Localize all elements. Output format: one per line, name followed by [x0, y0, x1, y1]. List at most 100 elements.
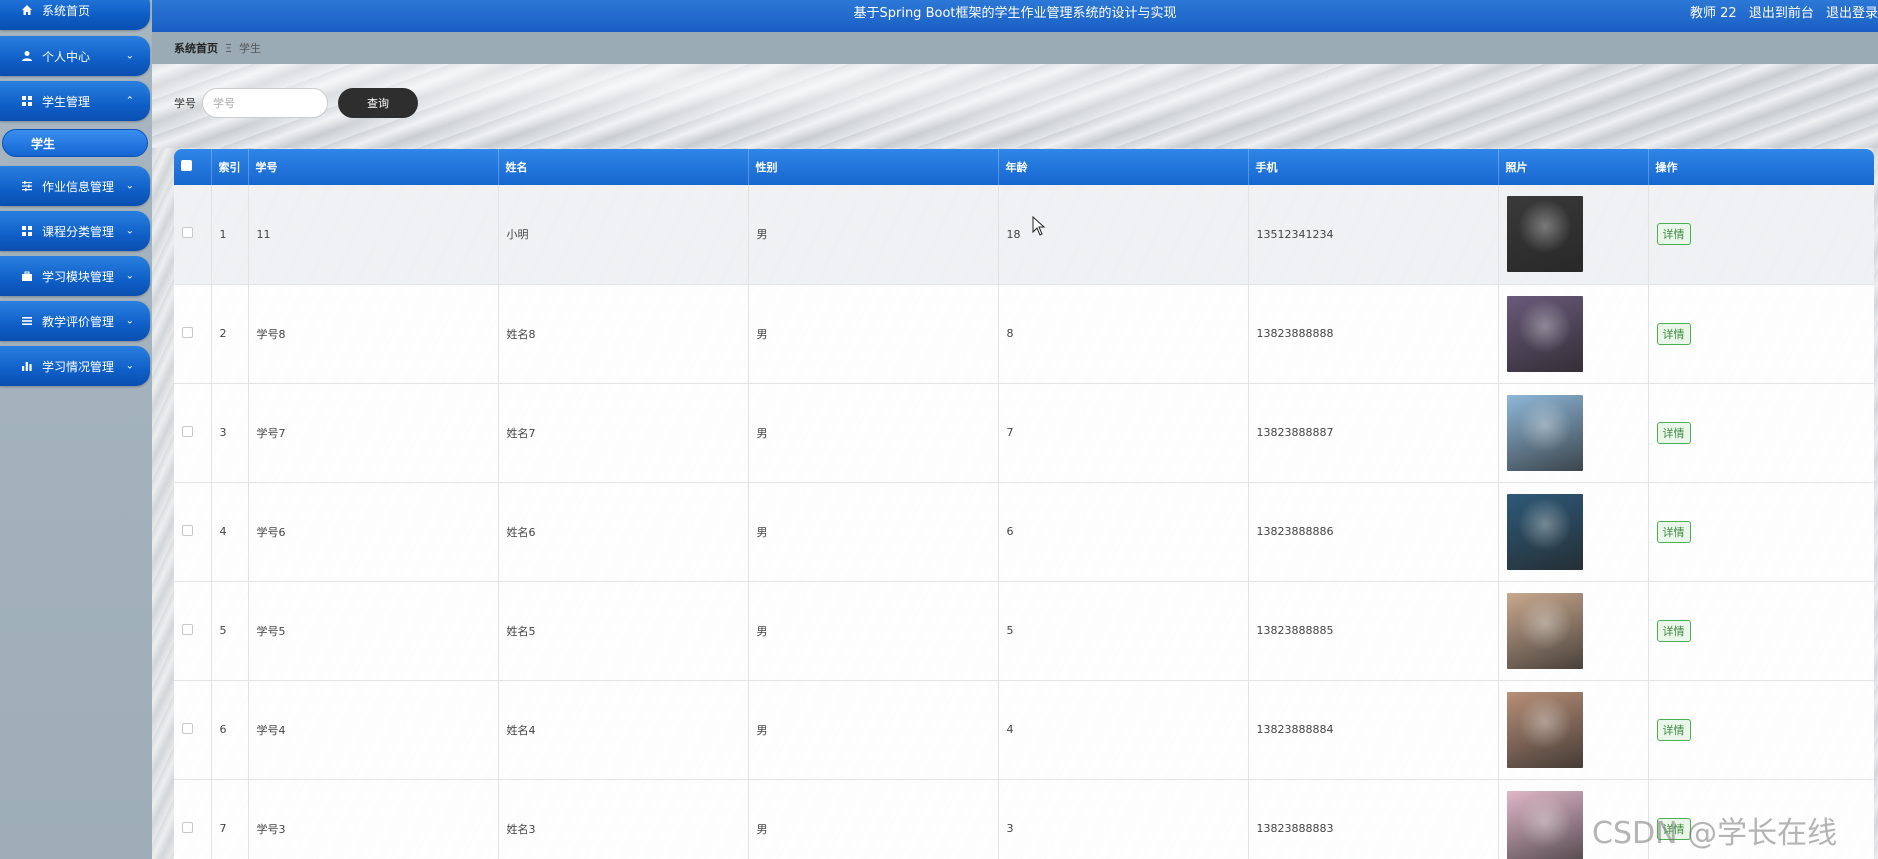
search-label: 学号: [174, 97, 196, 110]
detail-button[interactable]: 详情: [1656, 718, 1691, 741]
cell-name: 姓名4: [498, 680, 749, 780]
table-row: 1 11 小明男 18 13512341234 详情: [174, 185, 1874, 285]
row-select-cell[interactable]: [174, 779, 212, 859]
breadcrumb-current: 学生: [238, 42, 261, 55]
detail-button[interactable]: 详情: [1656, 619, 1691, 642]
cell-name: 姓名6: [498, 482, 749, 582]
cell-age: 7: [998, 383, 1249, 483]
cell-phone: 13823888887: [1248, 383, 1499, 483]
row-select-cell[interactable]: [174, 581, 212, 681]
cell-age: 4: [998, 680, 1249, 780]
sidebar-subitem-student[interactable]: 学生: [2, 129, 148, 157]
student-table: 索引 学号 姓名 性别 年龄 手机 照片 操作 1 11 小明男 18 13512341…: [174, 149, 1874, 859]
student-photo[interactable]: [1506, 295, 1583, 372]
briefcase-icon: [20, 269, 34, 283]
cell-age: 8: [998, 284, 1249, 384]
sidebar-item-profile[interactable]: 个人中心 ⌄: [0, 36, 150, 76]
breadcrumb-separator: Ξ: [225, 41, 232, 55]
row-select-cell[interactable]: [174, 185, 212, 285]
row-checkbox[interactable]: [182, 326, 193, 338]
sidebar-item-homework[interactable]: 作业信息管理 ⌄: [0, 166, 150, 206]
cell-gender: 男: [748, 779, 999, 859]
list-icon: [20, 314, 34, 328]
cell-phone: 13823888888: [1248, 284, 1499, 384]
student-table-container: 索引 学号 姓名 性别 年龄 手机 照片 操作 1 11 小明男 18 13512341…: [174, 149, 1874, 859]
sidebar-item-label: 教学评价管理: [42, 314, 115, 329]
student-photo[interactable]: [1506, 394, 1583, 471]
cell-student-no: 学号7: [248, 383, 499, 483]
cell-index: 6: [211, 680, 249, 780]
cell-photo: [1498, 383, 1649, 483]
sidebar-item-teaching-evaluation[interactable]: 教学评价管理 ⌄: [0, 301, 150, 341]
detail-button[interactable]: 详情: [1656, 520, 1691, 543]
watermark: CSDN @学长在线: [1592, 816, 1838, 851]
grid-icon: [20, 94, 34, 108]
cell-index: 2: [211, 284, 249, 384]
sidebar-subitem-label: 学生: [31, 136, 56, 151]
row-checkbox[interactable]: [182, 722, 193, 734]
column-header-student-no: 学号: [248, 149, 499, 185]
search-bar: 学号 查询: [174, 88, 418, 118]
column-header-actions: 操作: [1648, 149, 1874, 185]
sidebar-item-label: 系统首页: [42, 3, 91, 18]
chevron-down-icon: ⌄: [125, 180, 134, 192]
cell-gender: 男: [748, 185, 999, 285]
table-row: 6 学号4 姓名4 男 4 13823888884 详情: [174, 680, 1874, 780]
row-select-cell[interactable]: [174, 284, 212, 384]
row-select-cell[interactable]: [174, 680, 212, 780]
cell-name: 姓名5: [498, 581, 749, 681]
chevron-down-icon: ⌄: [125, 50, 134, 62]
user-area: 教师 22 退出到前台 退出登录: [1682, 2, 1878, 21]
column-header-age: 年龄: [998, 149, 1249, 185]
search-input[interactable]: [202, 88, 328, 118]
student-photo[interactable]: [1506, 790, 1583, 859]
cell-age: 5: [998, 581, 1249, 681]
cell-index: 5: [211, 581, 249, 681]
breadcrumb-home[interactable]: 系统首页: [174, 40, 218, 56]
cell-student-no: 学号5: [248, 581, 499, 681]
table-row: 4 学号6 姓名6 男 6 13823888886 详情: [174, 482, 1874, 582]
sidebar-item-student-management[interactable]: 学生管理 ⌃: [0, 81, 150, 121]
cell-age: 3: [998, 779, 1249, 859]
cell-student-no: 11: [248, 185, 499, 285]
cell-student-no: 学号8: [248, 284, 499, 384]
row-checkbox[interactable]: [182, 623, 193, 635]
cell-phone: 13823888884: [1248, 680, 1499, 780]
row-select-cell[interactable]: [174, 482, 212, 582]
sidebar-item-course-category[interactable]: 课程分类管理 ⌄: [0, 211, 150, 251]
column-header-gender: 性别: [748, 149, 999, 185]
chevron-down-icon: ⌄: [125, 225, 134, 237]
sidebar-item-learning-status[interactable]: 学习情况管理 ⌄: [0, 346, 150, 386]
row-checkbox[interactable]: [182, 524, 193, 536]
row-checkbox[interactable]: [182, 821, 193, 833]
search-button[interactable]: 查询: [338, 88, 418, 118]
logout-link[interactable]: 退出登录: [1826, 6, 1878, 21]
select-all-cell[interactable]: [174, 149, 212, 185]
front-page-link[interactable]: 退出到前台: [1749, 6, 1814, 21]
table-row: 5 学号5 姓名5 男 5 13823888885 详情: [174, 581, 1874, 681]
row-checkbox[interactable]: [182, 425, 193, 437]
home-icon: [20, 3, 34, 17]
select-all-checkbox[interactable]: [181, 160, 192, 171]
student-photo[interactable]: [1506, 592, 1583, 669]
cell-index: 3: [211, 383, 249, 483]
student-photo[interactable]: [1506, 691, 1583, 768]
top-header: 基于Spring Boot框架的学生作业管理系统的设计与实现 教师 22 退出到…: [152, 0, 1878, 32]
cell-actions: 详情: [1648, 383, 1874, 483]
sidebar-item-home[interactable]: 系统首页: [0, 0, 150, 30]
detail-button[interactable]: 详情: [1656, 322, 1691, 345]
cell-phone: 13823888886: [1248, 482, 1499, 582]
student-photo[interactable]: [1506, 196, 1583, 273]
row-checkbox[interactable]: [182, 227, 193, 239]
cell-index: 4: [211, 482, 249, 582]
student-photo[interactable]: [1506, 493, 1583, 570]
grid-icon: [20, 224, 34, 238]
row-select-cell[interactable]: [174, 383, 212, 483]
detail-button[interactable]: 详情: [1656, 421, 1691, 444]
table-row: 2 学号8 姓名8 男 8 13823888888 详情: [174, 284, 1874, 384]
table-row: 3 学号7 姓名7 男 7 13823888887 详情: [174, 383, 1874, 483]
cell-photo: [1498, 482, 1649, 582]
sidebar-item-learning-module[interactable]: 学习模块管理 ⌄: [0, 256, 150, 296]
cell-photo: [1498, 284, 1649, 384]
detail-button[interactable]: 详情: [1656, 223, 1691, 246]
